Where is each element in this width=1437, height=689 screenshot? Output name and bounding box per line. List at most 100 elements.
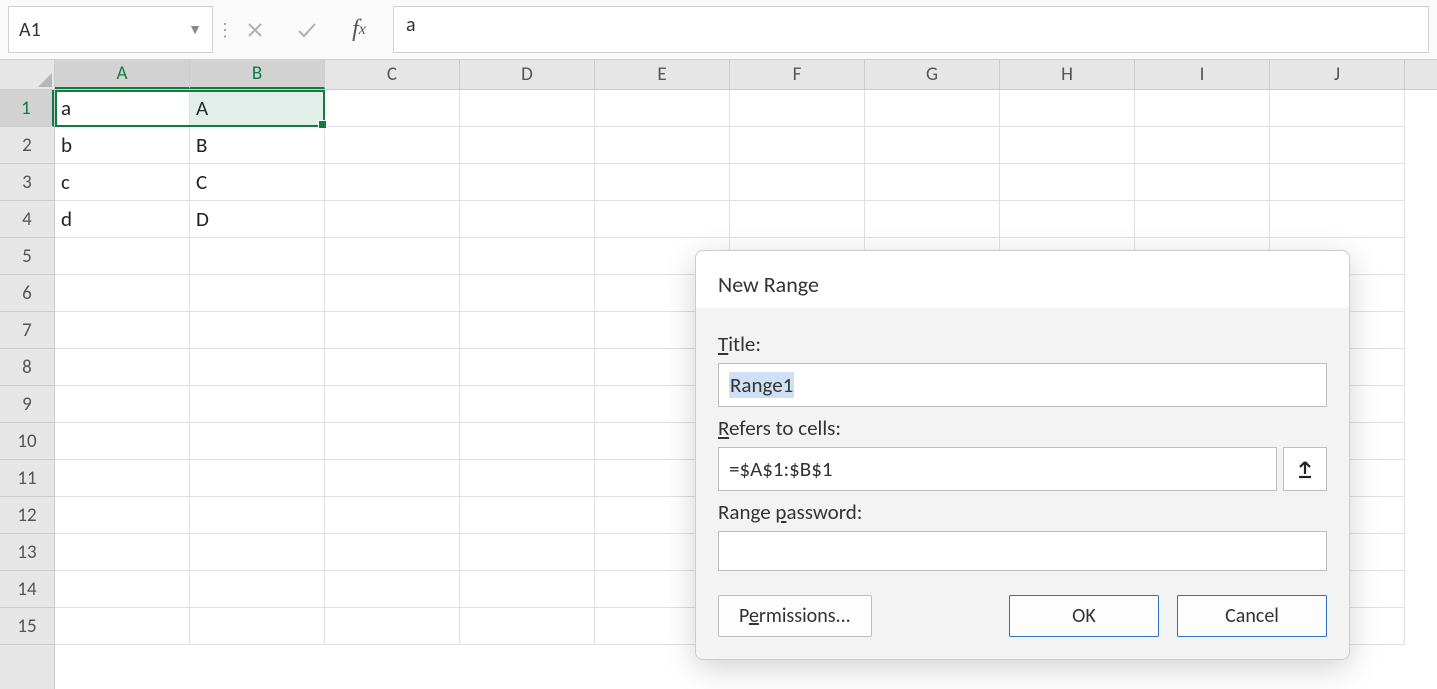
cell-C2[interactable] <box>325 127 460 164</box>
cell-A5[interactable] <box>55 238 190 275</box>
cell-C11[interactable] <box>325 460 460 497</box>
cell-F3[interactable] <box>730 164 865 201</box>
cancel-button[interactable]: Cancel <box>1177 595 1327 637</box>
col-header-F[interactable]: F <box>730 60 865 89</box>
cell-C10[interactable] <box>325 423 460 460</box>
row-header-12[interactable]: 12 <box>0 497 54 534</box>
cell-G4[interactable] <box>865 201 1000 238</box>
cell-H1[interactable] <box>1000 90 1135 127</box>
cell-F2[interactable] <box>730 127 865 164</box>
cell-A4[interactable]: d <box>55 201 190 238</box>
cell-J2[interactable] <box>1270 127 1405 164</box>
cell-B9[interactable] <box>190 386 325 423</box>
row-header-2[interactable]: 2 <box>0 127 54 164</box>
cell-F4[interactable] <box>730 201 865 238</box>
row-header-5[interactable]: 5 <box>0 238 54 275</box>
cell-C6[interactable] <box>325 275 460 312</box>
refers-input[interactable]: =$A$1:$B$1 <box>718 447 1277 491</box>
cell-D4[interactable] <box>460 201 595 238</box>
cell-B7[interactable] <box>190 312 325 349</box>
cell-C3[interactable] <box>325 164 460 201</box>
col-header-B[interactable]: B <box>190 60 325 89</box>
col-header-E[interactable]: E <box>595 60 730 89</box>
cell-A10[interactable] <box>55 423 190 460</box>
cell-C9[interactable] <box>325 386 460 423</box>
cell-D12[interactable] <box>460 497 595 534</box>
cell-J3[interactable] <box>1270 164 1405 201</box>
cell-D3[interactable] <box>460 164 595 201</box>
cell-A12[interactable] <box>55 497 190 534</box>
cell-C7[interactable] <box>325 312 460 349</box>
cell-J4[interactable] <box>1270 201 1405 238</box>
cell-A9[interactable] <box>55 386 190 423</box>
permissions-button[interactable]: Permissions... <box>718 595 872 637</box>
row-header-10[interactable]: 10 <box>0 423 54 460</box>
cell-D14[interactable] <box>460 571 595 608</box>
cell-D1[interactable] <box>460 90 595 127</box>
collapse-dialog-icon[interactable] <box>1283 447 1327 491</box>
cell-B11[interactable] <box>190 460 325 497</box>
cell-C15[interactable] <box>325 608 460 645</box>
cell-D13[interactable] <box>460 534 595 571</box>
cell-A11[interactable] <box>55 460 190 497</box>
cell-B5[interactable] <box>190 238 325 275</box>
cell-B10[interactable] <box>190 423 325 460</box>
cancel-formula-icon[interactable] <box>229 0 281 59</box>
cell-B14[interactable] <box>190 571 325 608</box>
cell-D7[interactable] <box>460 312 595 349</box>
col-header-I[interactable]: I <box>1135 60 1270 89</box>
cell-D15[interactable] <box>460 608 595 645</box>
cell-J1[interactable] <box>1270 90 1405 127</box>
cell-D6[interactable] <box>460 275 595 312</box>
ok-button[interactable]: OK <box>1009 595 1159 637</box>
cell-B8[interactable] <box>190 349 325 386</box>
cell-B1[interactable]: A <box>190 90 325 127</box>
col-header-D[interactable]: D <box>460 60 595 89</box>
cell-B4[interactable]: D <box>190 201 325 238</box>
name-box[interactable]: A1 ▼ <box>8 6 213 53</box>
cell-B13[interactable] <box>190 534 325 571</box>
row-header-3[interactable]: 3 <box>0 164 54 201</box>
cell-I3[interactable] <box>1135 164 1270 201</box>
row-header-13[interactable]: 13 <box>0 534 54 571</box>
cell-D5[interactable] <box>460 238 595 275</box>
chevron-down-icon[interactable]: ▼ <box>188 21 202 38</box>
cell-A3[interactable]: c <box>55 164 190 201</box>
cell-E1[interactable] <box>595 90 730 127</box>
cell-A14[interactable] <box>55 571 190 608</box>
cell-B12[interactable] <box>190 497 325 534</box>
cell-D8[interactable] <box>460 349 595 386</box>
formula-input[interactable]: a <box>393 6 1429 53</box>
cell-E3[interactable] <box>595 164 730 201</box>
cell-A6[interactable] <box>55 275 190 312</box>
cell-E2[interactable] <box>595 127 730 164</box>
col-header-C[interactable]: C <box>325 60 460 89</box>
cell-G2[interactable] <box>865 127 1000 164</box>
cell-I4[interactable] <box>1135 201 1270 238</box>
cell-H3[interactable] <box>1000 164 1135 201</box>
select-all-corner[interactable] <box>0 60 55 90</box>
title-input[interactable]: Range1 <box>718 363 1327 407</box>
cell-C4[interactable] <box>325 201 460 238</box>
cell-A15[interactable] <box>55 608 190 645</box>
col-header-A[interactable]: A <box>55 60 190 89</box>
cell-F1[interactable] <box>730 90 865 127</box>
cell-H4[interactable] <box>1000 201 1135 238</box>
col-header-J[interactable]: J <box>1270 60 1405 89</box>
row-header-9[interactable]: 9 <box>0 386 54 423</box>
row-header-4[interactable]: 4 <box>0 201 54 238</box>
row-header-7[interactable]: 7 <box>0 312 54 349</box>
row-header-11[interactable]: 11 <box>0 460 54 497</box>
cell-I1[interactable] <box>1135 90 1270 127</box>
cell-C14[interactable] <box>325 571 460 608</box>
cell-G3[interactable] <box>865 164 1000 201</box>
cell-D10[interactable] <box>460 423 595 460</box>
cell-C12[interactable] <box>325 497 460 534</box>
fx-icon[interactable]: fx <box>333 0 385 59</box>
cell-H2[interactable] <box>1000 127 1135 164</box>
cell-C5[interactable] <box>325 238 460 275</box>
cell-I2[interactable] <box>1135 127 1270 164</box>
cell-A7[interactable] <box>55 312 190 349</box>
cell-A1[interactable]: a <box>55 90 190 127</box>
cell-A13[interactable] <box>55 534 190 571</box>
